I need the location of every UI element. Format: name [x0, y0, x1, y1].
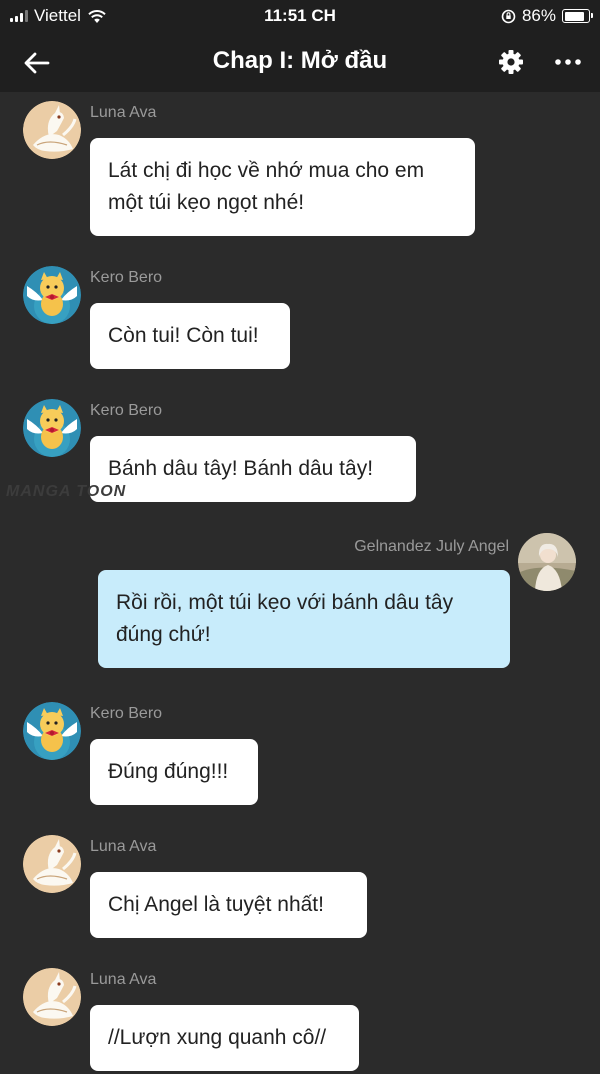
message-text: Rồi rồi, một túi kẹo với bánh dâu tây — [116, 591, 454, 614]
sender-name: Kero Bero — [90, 269, 163, 286]
avatar-white-dragon-avatar[interactable] — [23, 968, 81, 1026]
message-text: đúng chứ! — [116, 623, 211, 646]
message-text: Lát chị đi học về nhớ mua cho em — [108, 159, 425, 182]
battery-percent: 86% — [521, 6, 556, 25]
chat-message: Luna Ava Lát chị đi học về nhớ mua cho em… — [0, 101, 600, 239]
chat-feed[interactable]: Luna Ava Lát chị đi học về nhớ mua cho em… — [0, 92, 600, 1071]
chat-message: Kero Bero Còn tui! Còn tui! — [0, 266, 600, 372]
gear-icon[interactable] — [497, 48, 525, 76]
message-text: Chị Angel là tuyệt nhất! — [108, 893, 324, 916]
avatar-kero-avatar[interactable] — [23, 399, 81, 457]
message-bubble[interactable]: Rồi rồi, một túi kẹo với bánh dâu tây đún… — [98, 570, 510, 668]
chat-message: Luna Ava Chị Angel là tuyệt nhất! — [0, 835, 600, 941]
avatar-white-dragon-avatar[interactable] — [23, 101, 81, 159]
watermark: MANGA TOON — [6, 483, 127, 500]
back-arrow-icon[interactable] — [22, 48, 52, 78]
avatar-kero-avatar[interactable] — [23, 266, 81, 324]
message-bubble[interactable]: Đúng đúng!!! — [90, 739, 258, 805]
message-text: //Lượn xung quanh cô// — [108, 1026, 327, 1049]
avatar-white-dragon-avatar[interactable] — [23, 835, 81, 893]
nav-bar: Chap I: Mở đầu — [0, 32, 600, 92]
battery-icon — [562, 9, 593, 23]
sender-name: Luna Ava — [90, 838, 157, 855]
message-text: Bánh dâu tây! Bánh dâu tây! — [108, 457, 374, 480]
sender-name: Luna Ava — [90, 971, 157, 988]
chat-message: Kero Bero Đúng đúng!!! — [0, 702, 600, 808]
avatar-girl-photo-avatar[interactable] — [518, 533, 576, 591]
sender-name: Kero Bero — [90, 705, 163, 722]
message-text: Đúng đúng!!! — [108, 760, 229, 783]
sender-name: Kero Bero — [90, 402, 163, 419]
status-right: 86% — [501, 6, 593, 26]
message-bubble[interactable]: Còn tui! Còn tui! — [90, 303, 290, 369]
message-bubble[interactable]: Lát chị đi học về nhớ mua cho em một túi … — [90, 138, 475, 236]
sender-name: Gelnandez July Angel — [354, 538, 509, 555]
message-bubble[interactable]: Bánh dâu tây! Bánh dâu tây! — [90, 436, 416, 502]
chat-message: Luna Ava //Lượn xung quanh cô// — [0, 968, 600, 1074]
battery-level — [564, 11, 585, 21]
orientation-lock-icon — [501, 9, 516, 23]
avatar-kero-avatar[interactable] — [23, 702, 81, 760]
message-text: một túi kẹo ngọt nhé! — [108, 191, 305, 214]
message-bubble[interactable]: Chị Angel là tuyệt nhất! — [90, 872, 367, 938]
sender-name: Luna Ava — [90, 104, 157, 121]
message-bubble[interactable]: //Lượn xung quanh cô// — [90, 1005, 359, 1071]
message-text: Còn tui! Còn tui! — [108, 324, 259, 347]
more-icon[interactable] — [554, 58, 582, 66]
chat-message: Gelnandez July Angel Rồi rồi, một túi kẹo… — [0, 533, 600, 671]
status-bar: Viettel 11:51 CH 86% — [0, 0, 600, 32]
